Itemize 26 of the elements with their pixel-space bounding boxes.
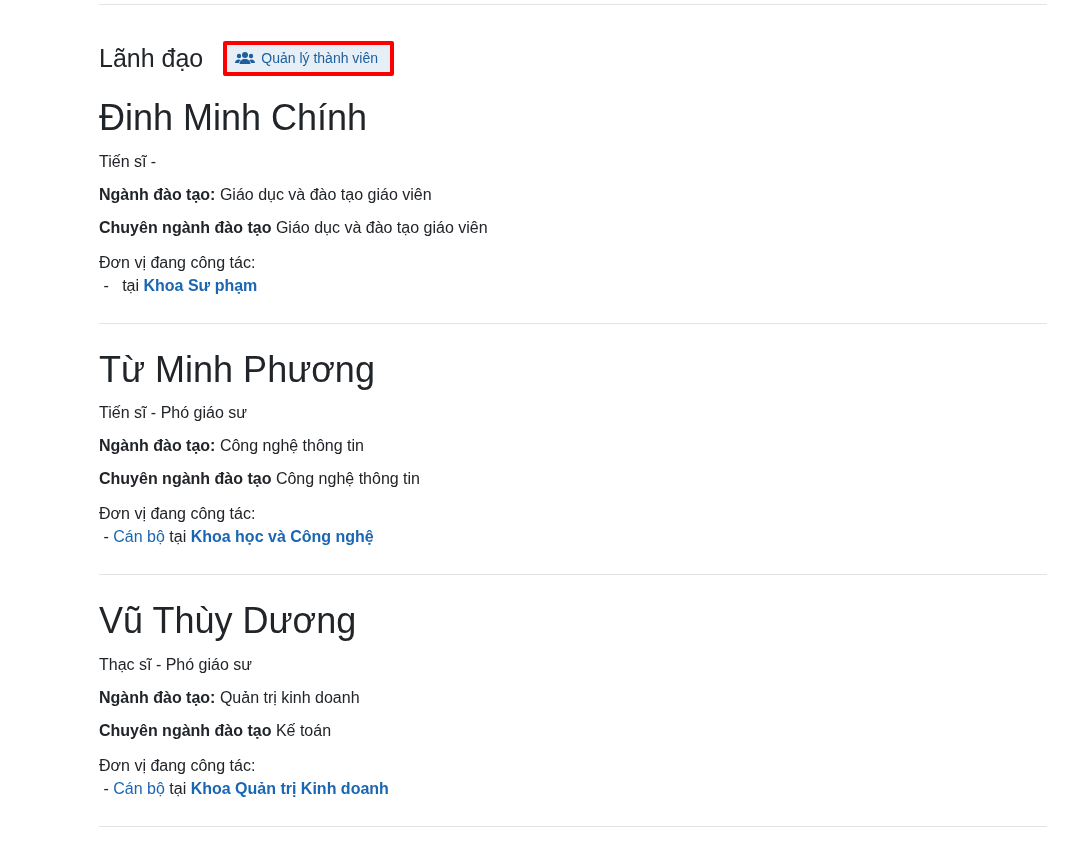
member-name: Đinh Minh Chính bbox=[99, 98, 369, 138]
specialty-text: Chuyên ngành đào tạo Giáo dục và đào tạo giáo viên bbox=[99, 217, 489, 237]
degree-text: Tiến sĩ - Phó giáo sư bbox=[99, 403, 248, 423]
major-text: Ngành đào tạo: Quản trị kinh doanh bbox=[99, 687, 361, 707]
member-name: Từ Minh Phương bbox=[99, 349, 376, 390]
workplace-line: - Cán bộ tại Khoa Quản trị Kinh doanh bbox=[102, 778, 390, 799]
role-link[interactable]: Cán bộ bbox=[113, 779, 165, 797]
workplace-label: Đơn vị đang công tác: bbox=[99, 252, 257, 273]
manage-members-button[interactable]: Quản lý thành viên bbox=[223, 41, 395, 76]
unit-link[interactable]: Khoa học và Công nghệ bbox=[190, 528, 374, 546]
major-text: Ngành đào tạo: Giáo dục và đào tạo giáo viên bbox=[99, 184, 433, 204]
workplace-label: Đơn vị đang công tác: bbox=[99, 504, 257, 525]
specialty-text: Chuyên ngành đào tạo Kế toán bbox=[99, 720, 333, 740]
role-link[interactable]: Cán bộ bbox=[113, 528, 165, 546]
workplace-label: Đơn vị đang công tác: bbox=[99, 755, 257, 776]
unit-link[interactable]: Khoa Quản trị Kinh doanh bbox=[190, 779, 389, 797]
specialty-text: Chuyên ngành đào tạo Công nghệ thông tin bbox=[99, 469, 421, 489]
workplace-line: - Cán bộ tại Khoa học và Công nghệ bbox=[102, 527, 375, 548]
member-name: Vũ Thùy Dương bbox=[99, 601, 358, 641]
users-icon bbox=[235, 51, 256, 65]
degree-text: Tiến sĩ - bbox=[99, 151, 158, 171]
degree-text: Thạc sĩ - Phó giáo sư bbox=[99, 654, 253, 674]
workplace-line: - tại Khoa Sư phạm bbox=[102, 275, 259, 296]
unit-link[interactable]: Khoa Sư phạm bbox=[143, 276, 258, 294]
section-title: Lãnh đạo bbox=[99, 44, 204, 73]
major-text: Ngành đào tạo: Công nghệ thông tin bbox=[99, 436, 365, 456]
